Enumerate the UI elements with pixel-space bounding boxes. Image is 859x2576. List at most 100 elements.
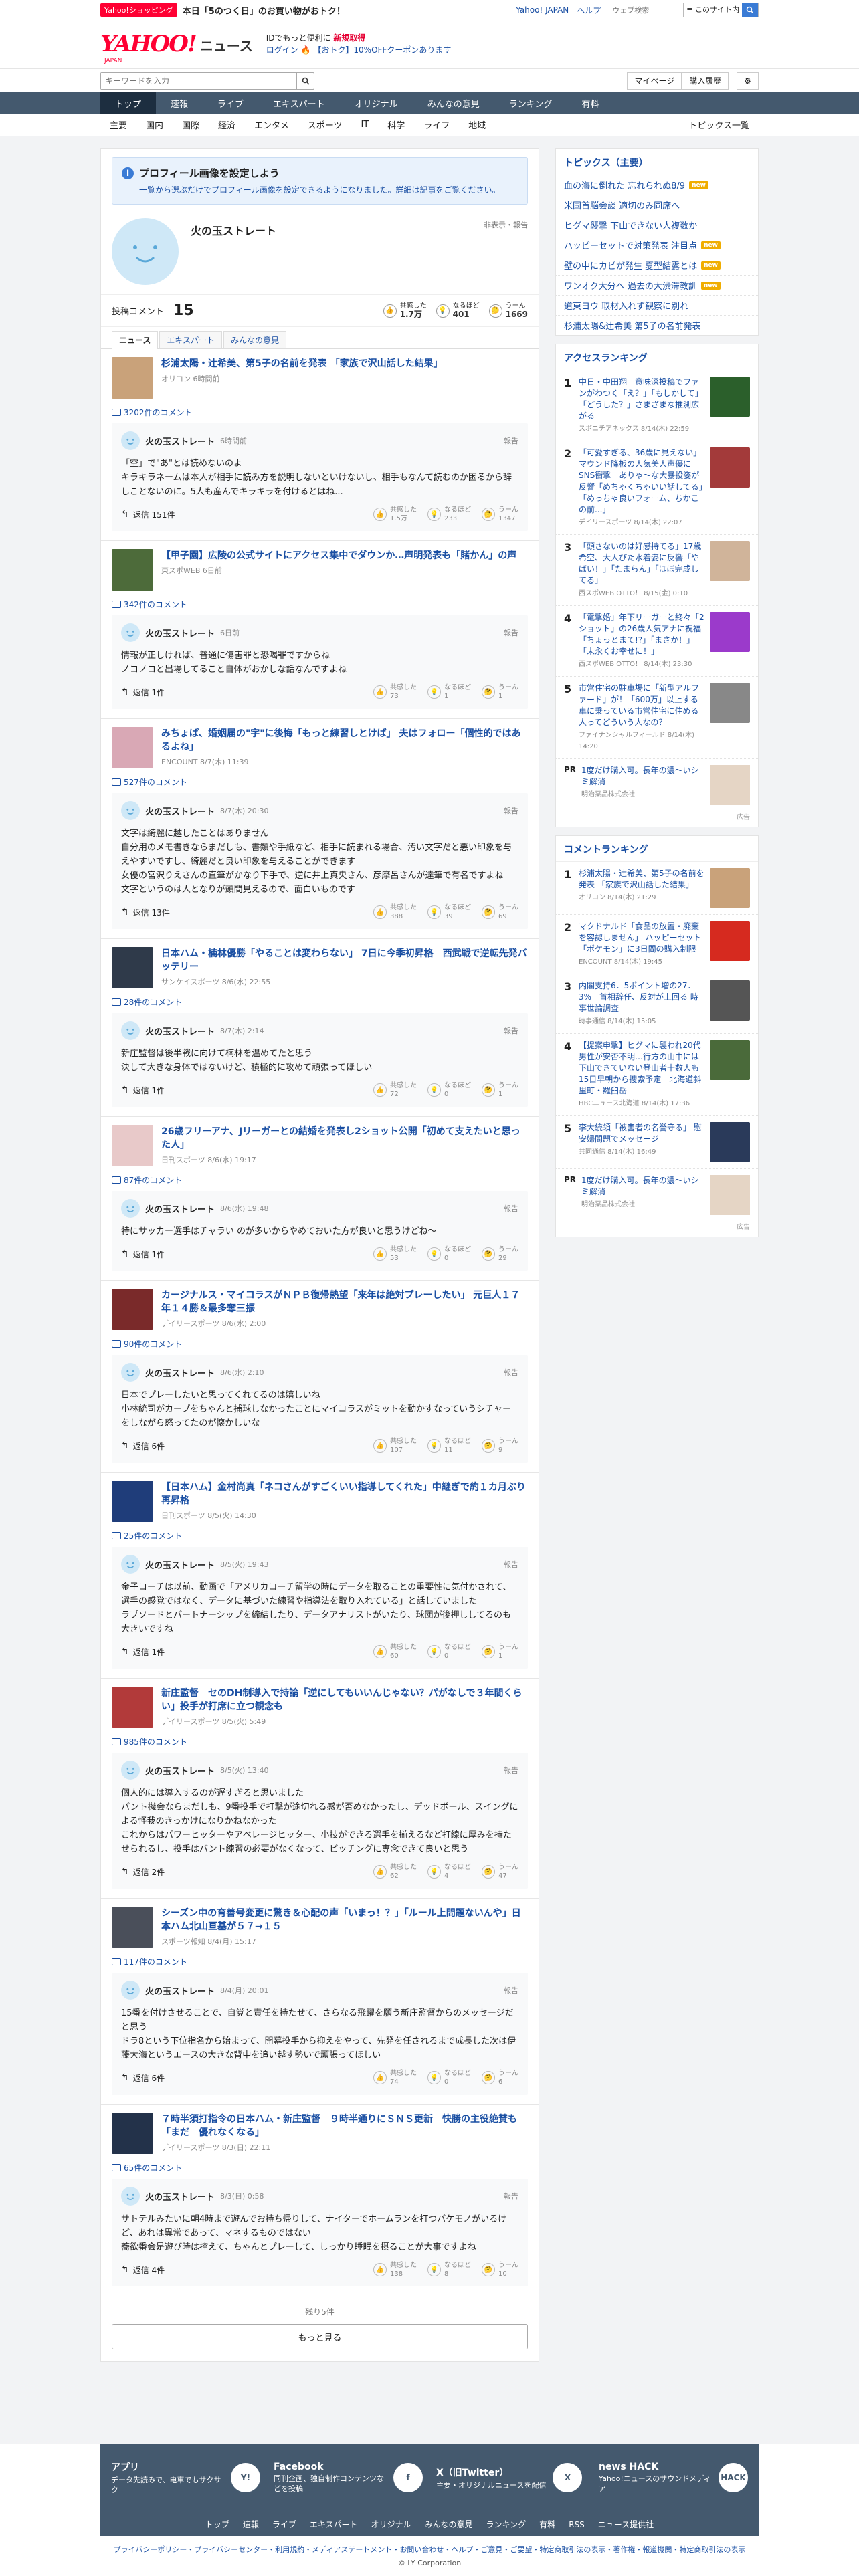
reaction-button[interactable]: 👍 共感した 1.5万	[373, 506, 417, 523]
shopping-badge[interactable]: Yahoo!ショッピング	[100, 3, 177, 17]
comment-count-link[interactable]: 117件のコメント	[101, 1956, 539, 1973]
topic-link[interactable]: ヒグマ襲撃 下山できない人複数か	[556, 215, 758, 235]
article-title[interactable]: ７時半須打指令の日本ハム・新庄監督 ９時半通りにＳＮＳ更新 快勝の主役絶賛も「ま…	[161, 2113, 528, 2139]
article-link[interactable]: 新庄監督 セのDH制導入で持論「逆にしてもいいんじゃない？パがなしで３年間くらい…	[101, 1679, 539, 1736]
report-link[interactable]: 報告	[504, 1765, 518, 1776]
comment-author[interactable]: 火の玉ストレート	[145, 2190, 215, 2203]
reaction-button[interactable]: 👍 共感した 138	[373, 2261, 417, 2278]
comment-author[interactable]: 火の玉ストレート	[145, 1366, 215, 1379]
more-button[interactable]: もっと見る	[112, 2324, 528, 2349]
ranking-item[interactable]: 5 李大統領「被害者の名誉守る」 慰安婦問題でメッセージ 共同通信 8/14(木) …	[556, 1116, 758, 1169]
reaction-button[interactable]: 👍 共感した 73	[373, 683, 417, 701]
article-link[interactable]: 杉浦太陽・辻希美、第5子の名前を発表 「家族で沢山話した結果」 オリコン 6時間前	[101, 349, 539, 407]
report-link[interactable]: 報告	[504, 1025, 518, 1036]
reaction-button[interactable]: 👍 共感した 388	[373, 903, 417, 921]
report-link[interactable]: 報告	[504, 627, 518, 638]
coupon-link[interactable]: 【おトク】10%OFFクーポンあります	[313, 45, 451, 55]
nav-expert[interactable]: エキスパート	[258, 92, 340, 114]
comment-count-link[interactable]: 985件のコメント	[101, 1736, 539, 1753]
ranking-item[interactable]: 1 中日・中田翔 意味深投稿でファンがわつく「え？」「もしかして」「どうした？」さ…	[556, 370, 758, 441]
help-link[interactable]: ヘルプ	[577, 5, 601, 16]
footer-nav-link[interactable]: みんなの意見	[425, 2518, 473, 2530]
reply-link[interactable]: ↰ 返信 151件	[121, 509, 175, 520]
topic-link[interactable]: 米国首脳会談 適切のみ同席へ	[556, 195, 758, 215]
keyword-input[interactable]	[101, 72, 296, 89]
ranking-item[interactable]: 4 「電撃婚」年下リーガーと終々「2ショット」の26歳人気アナに祝福「ちょっとまて…	[556, 606, 758, 677]
footer-nav-link[interactable]: RSS	[569, 2520, 585, 2529]
topic-link[interactable]: ワンオク大分へ 過去の大渋滞教訓 new	[556, 276, 758, 296]
ranking-item[interactable]: 3 内閣支持6．5ポイント増の27．3% 首相辞任、反対が上回る 時事世論調査 時事…	[556, 974, 758, 1034]
comment-author[interactable]: 火の玉ストレート	[145, 804, 215, 817]
promo-text[interactable]: 本日「5のつく日」のお買い物がおトク！	[183, 4, 345, 17]
search-icon[interactable]	[742, 3, 758, 17]
reply-link[interactable]: ↰ 返信 1件	[121, 1085, 165, 1096]
article-link[interactable]: 【甲子園】広陵の公式サイトにアクセス集中でダウンか…声明発表も「賭かん」の声 東ス…	[101, 541, 539, 599]
login-link[interactable]: ログイン	[266, 45, 298, 55]
reaction-button[interactable]: 💡 なるほど 11	[427, 1437, 471, 1455]
article-link[interactable]: シーズン中の育善号変更に驚き＆心配の声「いまっ！？」「ルール上問題ないんや」日本…	[101, 1899, 539, 1956]
comment-author[interactable]: 火の玉ストレート	[145, 1984, 215, 1997]
cat-entertainment[interactable]: エンタメ	[245, 118, 298, 131]
reaction-button[interactable]: 🤔 うーん 10	[482, 2261, 518, 2278]
ranking-item[interactable]: 5 市営住宅の駐車場に「新型アルファード」が！「600万」以上する車に乗っている市…	[556, 677, 758, 759]
reply-link[interactable]: ↰ 返信 1件	[121, 687, 165, 698]
ranking-item[interactable]: 3 「頭さないのは好感持てる」17歳希空、大人びた水着姿に反響「やばい！」「たまら…	[556, 535, 758, 606]
tab-expert[interactable]: エキスパート	[159, 331, 223, 348]
reaction-button[interactable]: 🤔 うーん 1347	[482, 506, 518, 523]
footer-nav-link[interactable]: オリジナル	[371, 2518, 411, 2530]
nav-original[interactable]: オリジナル	[340, 92, 413, 114]
nav-live[interactable]: ライブ	[203, 92, 258, 114]
reaction-button[interactable]: 💡 なるほど 8	[427, 2261, 471, 2278]
search-icon[interactable]	[296, 72, 314, 89]
footer-nav-link[interactable]: 速報	[243, 2518, 259, 2530]
yahoo-news-logo[interactable]: YAHOO! JAPAN ニュース	[100, 31, 253, 64]
article-link[interactable]: カージナルス・マイコラスがＮＰＢ復帰熱望「来年は絶対プレーしたい」 元巨人１７年…	[101, 1281, 539, 1338]
article-link[interactable]: みちょぱ、婚姻届の"字"に後悔「もっと練習しとけば」 夫はフォロー「個性的ではあ…	[101, 719, 539, 776]
reaction-button[interactable]: 🤔 うーん 9	[482, 1437, 518, 1455]
comment-author[interactable]: 火の玉ストレート	[145, 1025, 215, 1037]
register-link[interactable]: 新規取得	[333, 33, 365, 43]
reaction-button[interactable]: 💡 なるほど 4	[427, 1863, 471, 1881]
footer-links[interactable]: プライバシーポリシー・プライバシーセンター・利用規約・メディアステートメント・お…	[0, 2536, 859, 2555]
reaction-button[interactable]: 💡 なるほど 1	[427, 683, 471, 701]
footer-nav-link[interactable]: ランキング	[486, 2518, 527, 2530]
history-button[interactable]: 購入履歴	[682, 72, 729, 90]
comment-count-link[interactable]: 342件のコメント	[101, 599, 539, 615]
article-link[interactable]: 【日本ハム】金村尚真「ネコさんがすごくいい指導してくれた」中継ぎで約１カ月ぶり再…	[101, 1473, 539, 1530]
search-scope[interactable]: ≡ このサイト内	[683, 3, 742, 17]
pr-item[interactable]: PR 1度だけ購入可。長年の濃〜いシミ解消 明治薬品株式会社	[556, 1169, 758, 1221]
reaction-button[interactable]: 👍 共感した 53	[373, 1245, 417, 1263]
ranking-item[interactable]: 4 【提案申撃】ヒグマに襲われ20代男性が安否不明…行方の山中には下山できていない…	[556, 1034, 758, 1116]
article-link[interactable]: ７時半須打指令の日本ハム・新庄監督 ９時半通りにＳＮＳ更新 快勝の主役絶賛も「ま…	[101, 2105, 539, 2162]
topic-link[interactable]: ハッピーセットで対策発表 注目点 new	[556, 235, 758, 255]
tab-news[interactable]: ニュース	[112, 331, 159, 349]
footer-nav-link[interactable]: エキスパート	[310, 2518, 358, 2530]
report-link[interactable]: 非表示・報告	[484, 219, 528, 230]
report-link[interactable]: 報告	[504, 1203, 518, 1214]
cat-world[interactable]: 国際	[173, 118, 209, 131]
comment-count-link[interactable]: 65件のコメント	[101, 2162, 539, 2179]
reply-link[interactable]: ↰ 返信 13件	[121, 907, 170, 918]
ranking-item[interactable]: 1 杉浦太陽・辻希美、第5子の名前を発表 「家族で沢山話した結果」 オリコン 8/1…	[556, 862, 758, 915]
article-title[interactable]: シーズン中の育善号変更に驚き＆心配の声「いまっ！？」「ルール上問題ないんや」日本…	[161, 1907, 528, 1933]
report-link[interactable]: 報告	[504, 1985, 518, 1996]
reply-link[interactable]: ↰ 返信 4件	[121, 2264, 165, 2276]
article-title[interactable]: 日本ハム・楠林優勝「やることは変わらない」 7日に今季初昇格 西武戦で逆転先発バ…	[161, 947, 528, 974]
article-title[interactable]: みちょぱ、婚姻届の"字"に後悔「もっと練習しとけば」 夫はフォロー「個性的ではあ…	[161, 727, 528, 754]
ranking-item[interactable]: 2 「可愛すぎる、36歳に見えない」マウンド降板の人気美人声優にSNS衝撃 ありゃ…	[556, 441, 758, 535]
reaction-button[interactable]: 💡 なるほど 0	[427, 2069, 471, 2086]
footer-app[interactable]: アプリ データ先読みで、电車でもサクサク Y!	[111, 2460, 260, 2495]
article-title[interactable]: 【日本ハム】金村尚真「ネコさんがすごくいい指導してくれた」中継ぎで約１カ月ぶり再…	[161, 1481, 528, 1507]
footer-nav-link[interactable]: ニュース提供社	[598, 2518, 654, 2530]
report-link[interactable]: 報告	[504, 805, 518, 816]
nav-opinion[interactable]: みんなの意見	[413, 92, 494, 114]
comment-count-link[interactable]: 527件のコメント	[101, 776, 539, 793]
comment-count-link[interactable]: 87件のコメント	[101, 1174, 539, 1191]
gear-icon[interactable]: ⚙	[737, 72, 759, 90]
reaction-button[interactable]: 💡 なるほど 0	[427, 1081, 471, 1099]
cat-domestic[interactable]: 国内	[136, 118, 173, 131]
reply-link[interactable]: ↰ 返信 2件	[121, 1866, 165, 1878]
reaction-button[interactable]: 🤔 うーん 6	[482, 2069, 518, 2086]
reaction-button[interactable]: 🤔 うーん 1	[482, 683, 518, 701]
ranking-item[interactable]: 2 マクドナルド「食品の放置・廃棄を容認しません」 ハッピーセット「ポケモン」に3…	[556, 915, 758, 974]
